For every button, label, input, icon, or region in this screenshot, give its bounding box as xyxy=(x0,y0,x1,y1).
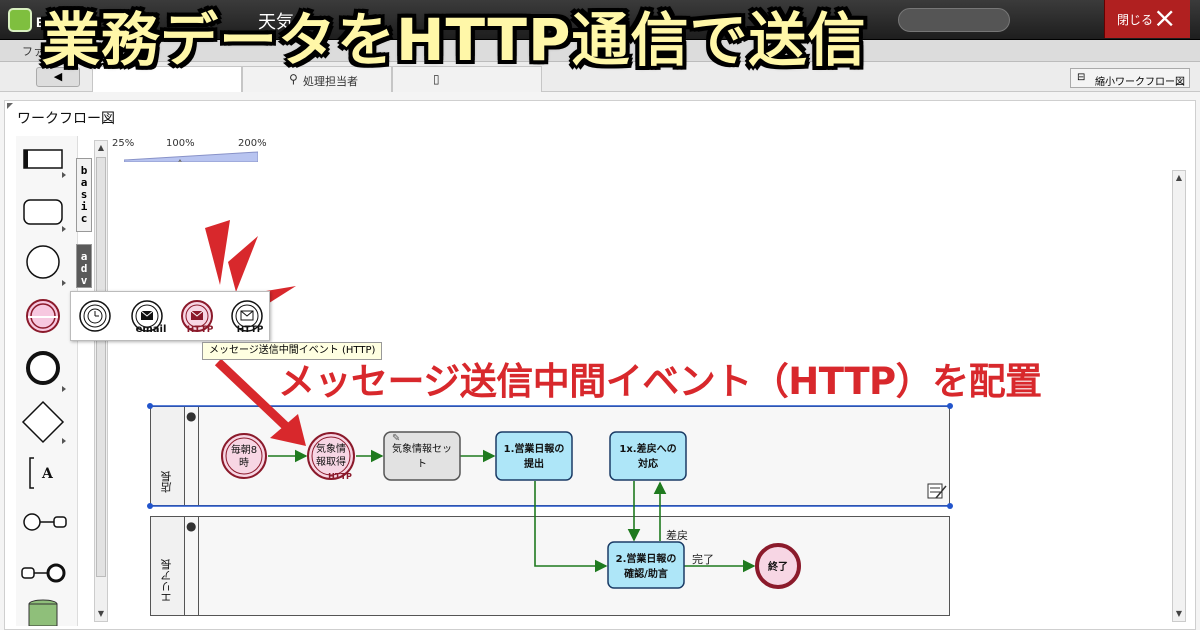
shrink-workflow-button[interactable]: ⊟ 縮小ワークフロー図 xyxy=(1070,68,1190,88)
swimlane-store-manager[interactable]: 店長 ● xyxy=(150,406,950,506)
palette-start-event[interactable] xyxy=(26,245,66,286)
http-alt-label: HTTP xyxy=(237,325,264,335)
instruction-caption: メッセージ送信中間イベント（HTTP）を配置 xyxy=(278,360,1042,403)
lane-name: 店長 xyxy=(160,471,173,493)
canvas-scroll-up-icon[interactable]: ▲ xyxy=(1173,171,1185,185)
zoom-label-mid: 100% xyxy=(166,138,195,149)
palette-task[interactable] xyxy=(23,149,66,178)
palette-scrollbar[interactable]: ▲ ▼ xyxy=(94,140,108,622)
palette-scroll-thumb[interactable] xyxy=(96,157,106,577)
zoom-label-min: 25% xyxy=(112,138,135,149)
http-event-option-alt[interactable]: HTTP xyxy=(231,300,264,335)
lane-header: エリア長 xyxy=(151,517,185,615)
zoom-slider[interactable] xyxy=(124,150,258,162)
lane-header: 店長 xyxy=(151,407,185,505)
palette-annotation[interactable]: A xyxy=(29,457,54,489)
http-label: HTTP xyxy=(187,325,214,335)
http-event-option[interactable]: HTTP xyxy=(181,300,214,335)
palette-shapes: A xyxy=(21,149,67,626)
shape-palette: A xyxy=(16,136,78,626)
email-label: email xyxy=(136,324,167,335)
timer-event-option[interactable] xyxy=(79,300,111,332)
shrink-label: 縮小ワークフロー図 xyxy=(1095,77,1185,88)
palette-intermediate-event[interactable] xyxy=(26,299,60,333)
app-window: BP 天気 閉じる × ファイ ◀ ⚲ 処理担当者 ▯ ⊟ 縮小ワークフロー図 … xyxy=(0,0,1200,630)
palette-gateway[interactable] xyxy=(21,400,66,444)
close-button[interactable]: 閉じる × xyxy=(1104,0,1190,38)
scroll-up-icon[interactable]: ▲ xyxy=(95,141,107,155)
email-event-option[interactable]: email xyxy=(131,300,167,335)
swimlane-area-manager[interactable]: エリア長 ● xyxy=(150,516,950,616)
shrink-icon: ⊟ xyxy=(1077,72,1086,83)
event-variant-popup: email HTTP HTTP xyxy=(70,291,270,341)
close-label: 閉じる xyxy=(1117,13,1154,27)
person-icon: ● xyxy=(186,409,197,423)
lane-role-column: ● xyxy=(185,407,199,505)
palette-end-event[interactable] xyxy=(26,351,66,392)
scroll-down-icon[interactable]: ▼ xyxy=(95,607,107,621)
palette-datastore[interactable] xyxy=(28,599,58,626)
user-menu-button[interactable] xyxy=(898,8,1010,32)
close-icon: × xyxy=(1153,1,1177,34)
panel-title: ワークフロー図 xyxy=(17,111,115,127)
canvas-scrollbar[interactable]: ▲ ▼ xyxy=(1172,170,1186,622)
palette-category-tabs: basic adva xyxy=(74,138,94,618)
palette-message-start[interactable] xyxy=(23,513,67,531)
svg-text:A: A xyxy=(41,466,54,482)
palette-message-end[interactable] xyxy=(21,563,66,583)
lane-name: エリア長 xyxy=(160,559,173,603)
canvas-scroll-down-icon[interactable]: ▼ xyxy=(1173,607,1185,621)
collapse-triangle-icon[interactable] xyxy=(7,103,13,109)
tab-basic[interactable]: basic xyxy=(76,158,92,232)
variant-icons: email HTTP HTTP xyxy=(79,300,264,335)
lane-role-column: ● xyxy=(185,517,199,615)
zoom-label-max: 200% xyxy=(238,138,267,149)
headline-caption: 業務データをHTTP通信で送信 xyxy=(42,6,867,74)
logo-icon xyxy=(8,8,32,32)
person-icon: ● xyxy=(186,519,197,533)
tab-advanced[interactable]: adva xyxy=(76,244,92,299)
palette-subprocess[interactable] xyxy=(23,199,66,232)
